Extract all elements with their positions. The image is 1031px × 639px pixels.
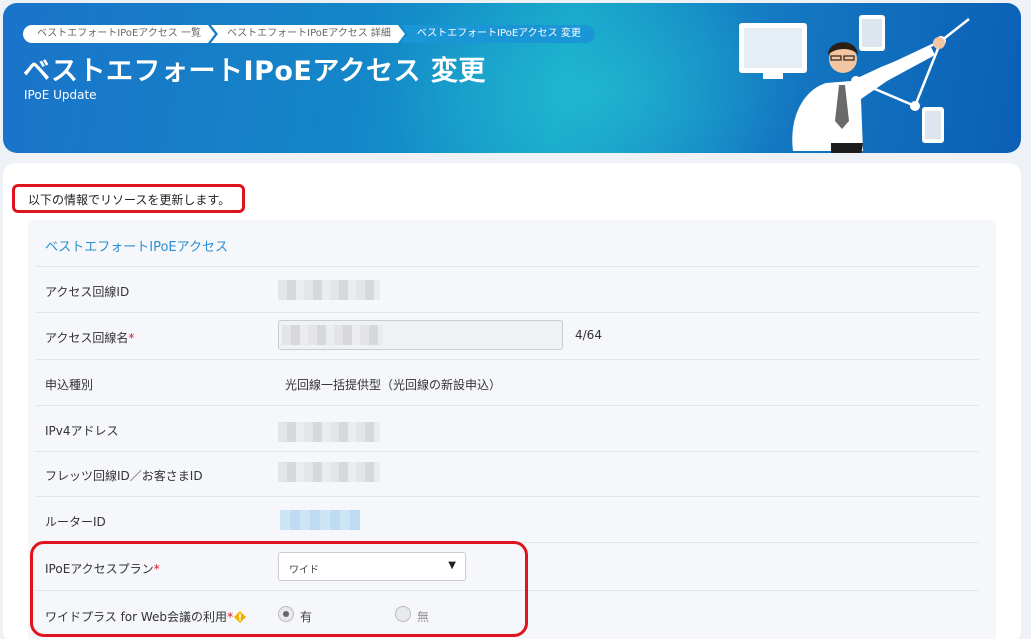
required-mark: * — [128, 331, 135, 345]
intro-text: 以下の情報でリソースを更新します。 — [28, 193, 231, 207]
flets-id-label: フレッツ回線ID／お客さまID — [45, 469, 203, 483]
row-divider — [35, 312, 979, 313]
access-line-name-value — [282, 325, 383, 345]
breadcrumb-item-current: ベストエフォートIPoEアクセス 変更 — [400, 25, 595, 43]
breadcrumb-item-list[interactable]: ベストエフォートIPoEアクセス 一覧 — [23, 25, 215, 43]
access-line-id-value — [278, 280, 380, 300]
breadcrumb: ベストエフォートIPoEアクセス 一覧 ベストエフォートIPoEアクセス 詳細 … — [23, 25, 595, 43]
application-type-value: 光回線一括提供型（光回線の新設申込） — [285, 378, 502, 392]
char-count: 4/64 — [575, 328, 602, 342]
section-title: ベストエフォートIPoEアクセス — [45, 240, 228, 255]
access-line-name-input[interactable] — [278, 320, 563, 350]
row-divider — [35, 359, 979, 360]
router-id-label: ルーターID — [45, 515, 106, 529]
application-type-label: 申込種別 — [45, 378, 94, 392]
row-divider — [35, 496, 979, 497]
row-divider — [35, 405, 979, 406]
page-title: ベストエフォートIPoEアクセス 変更 — [23, 56, 486, 87]
row-divider — [35, 451, 979, 452]
flets-id-value — [278, 462, 380, 482]
breadcrumb-item-detail[interactable]: ベストエフォートIPoEアクセス 詳細 — [211, 25, 405, 43]
page-subtitle: IPoE Update — [24, 88, 97, 102]
ipv4-value — [278, 422, 380, 442]
ipv4-label: IPv4アドレス — [45, 424, 119, 438]
row-divider — [35, 266, 979, 267]
access-line-name-label-text: アクセス回線名 — [45, 331, 129, 345]
access-line-id-label: アクセス回線ID — [45, 285, 130, 299]
page-header: ベストエフォートIPoEアクセス 一覧 ベストエフォートIPoEアクセス 詳細 … — [3, 3, 1021, 153]
plan-highlight — [30, 541, 528, 637]
access-line-name-label: アクセス回線名* — [45, 329, 134, 346]
header-illustration — [739, 15, 970, 153]
router-id-value — [280, 510, 360, 530]
